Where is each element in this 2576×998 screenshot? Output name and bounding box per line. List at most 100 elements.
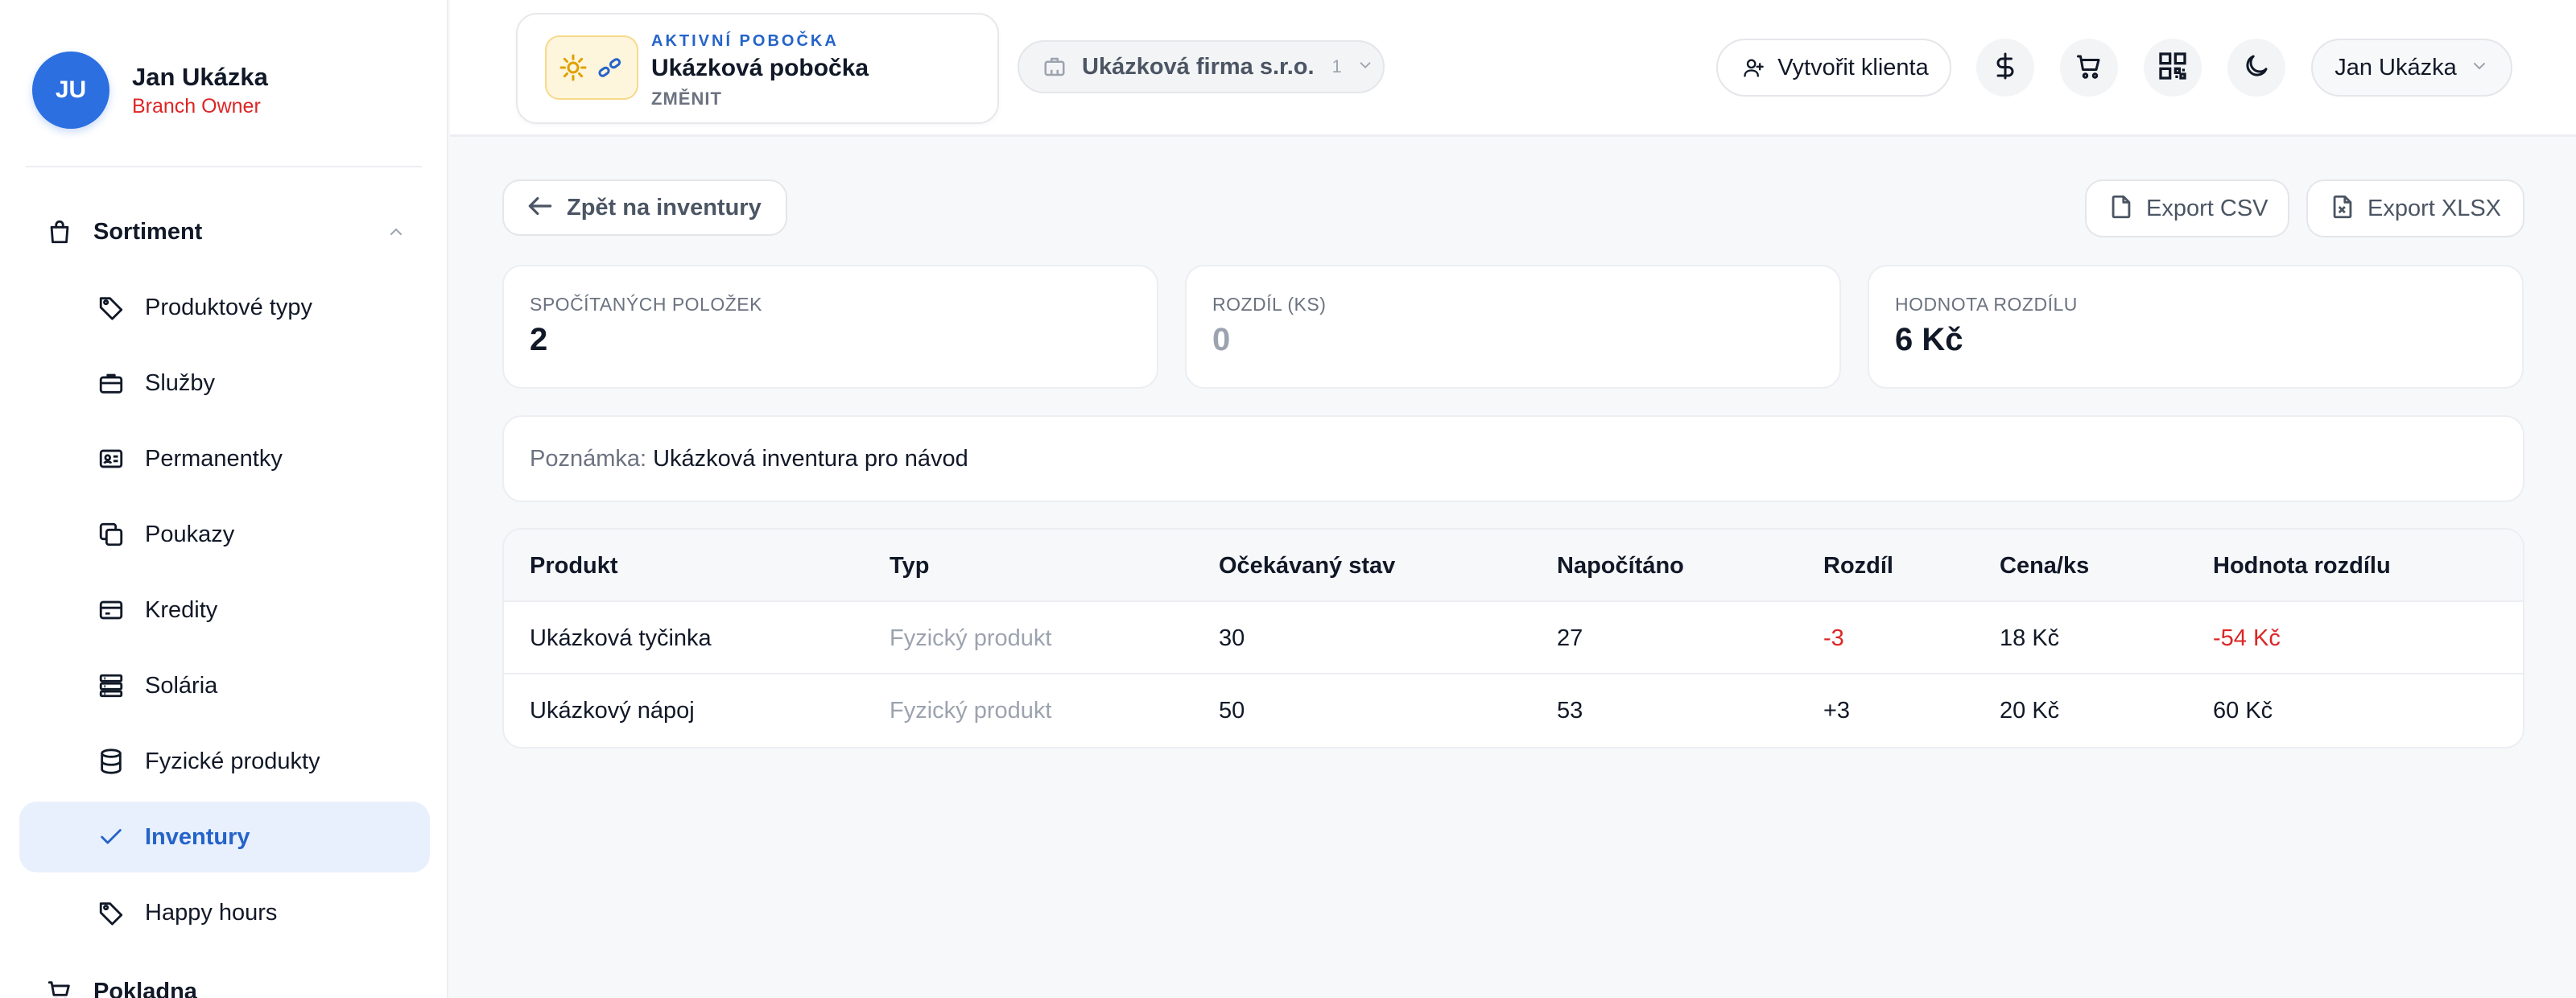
stat-value: 2	[530, 322, 548, 357]
moon-icon	[2242, 52, 2271, 85]
branch-change-link[interactable]: ZMĚNIT	[651, 89, 722, 109]
file-spreadsheet-icon	[2329, 193, 2356, 225]
note-label: Poznámka:	[530, 445, 647, 472]
column-header-difference[interactable]: Rozdíl	[1823, 530, 1893, 602]
sidebar-item-label: Permanentky	[145, 445, 283, 472]
export-xlsx-label: Export XLSX	[2368, 195, 2502, 221]
stat-card-difference-pcs: ROZDÍL (KS) 0	[1185, 265, 1841, 389]
column-header-expected[interactable]: Očekávaný stav	[1219, 530, 1395, 602]
sidebar: JU Jan Ukázka Branch Owner Sortiment Pro…	[0, 0, 448, 998]
sidebar-item-label: Produktové typy	[145, 294, 312, 320]
back-to-inventories-button[interactable]: Zpět na inventury	[502, 179, 787, 236]
sidebar-item-label: Kredity	[145, 596, 218, 623]
cell-unit-price: 20 Kč	[2000, 697, 2060, 724]
table-row[interactable]: Ukázkový nápoj Fyzický produkt 50 53 +3 …	[504, 674, 2523, 747]
sidebar-item-label: Solária	[145, 672, 218, 699]
company-select[interactable]: Ukázková firma s.r.o. 1	[1018, 40, 1385, 93]
stat-card-difference-value: HODNOTA ROZDÍLU 6 Kč	[1868, 265, 2524, 389]
cart-icon	[2074, 52, 2103, 85]
qr-code-icon	[2157, 50, 2189, 86]
tag-icon	[97, 898, 126, 927]
user-profile[interactable]: JU Jan Ukázka Branch Owner	[32, 52, 268, 129]
column-header-difference-value[interactable]: Hodnota rozdílu	[2213, 530, 2391, 602]
sidebar-item-produktove-typy[interactable]: Produktové typy	[19, 272, 430, 343]
server-icon	[97, 671, 126, 700]
sidebar-item-solaria[interactable]: Solária	[19, 650, 430, 721]
chevron-down-icon	[1356, 56, 1374, 78]
cart-button[interactable]	[2060, 39, 2118, 97]
cell-product: Ukázkový nápoj	[530, 697, 695, 724]
cell-difference-value: 60 Kč	[2213, 697, 2273, 724]
avatar[interactable]: JU	[32, 52, 109, 129]
cell-unit-price: 18 Kč	[2000, 625, 2060, 651]
sidebar-item-label: Poukazy	[145, 521, 235, 547]
cell-difference-value: -54 Kč	[2213, 625, 2281, 651]
column-header-unit-price[interactable]: Cena/ks	[2000, 530, 2089, 602]
sidebar-item-label: Fyzické produkty	[145, 748, 320, 774]
cell-product: Ukázková tyčinka	[530, 625, 712, 651]
sidebar-section-label: Pokladna	[93, 978, 197, 998]
export-csv-label: Export CSV	[2146, 195, 2268, 221]
table-row[interactable]: Ukázková tyčinka Fyzický produkt 30 27 -…	[504, 602, 2523, 674]
copy-icon	[97, 520, 126, 549]
chevron-up-icon[interactable]	[386, 222, 406, 245]
create-client-label: Vytvořit klienta	[1777, 54, 1929, 80]
create-client-button[interactable]: Vytvořit klienta	[1716, 39, 1951, 97]
dollar-button[interactable]	[1976, 39, 2034, 97]
sidebar-item-label: Služby	[145, 369, 216, 396]
chevron-down-icon	[2470, 56, 2489, 80]
sidebar-divider	[26, 166, 422, 167]
cart-icon	[45, 977, 74, 998]
user-plus-icon	[1739, 53, 1768, 82]
sidebar-item-sluzby[interactable]: Služby	[19, 348, 430, 419]
check-icon	[97, 823, 126, 852]
inventory-table: Produkt Typ Očekávaný stav Napočítáno Ro…	[502, 528, 2524, 748]
arrow-left-icon	[525, 191, 555, 225]
database-icon	[97, 747, 126, 776]
dollar-icon	[1991, 52, 2020, 85]
theme-toggle-button[interactable]	[2227, 39, 2285, 97]
table-header-row: Produkt Typ Očekávaný stav Napočítáno Ro…	[504, 530, 2523, 602]
sidebar-item-permanentky[interactable]: Permanentky	[19, 423, 430, 494]
stat-card-counted-items: SPOČÍTANÝCH POLOŽEK 2	[502, 265, 1158, 389]
cell-counted: 27	[1557, 625, 1583, 651]
profile-name: Jan Ukázka	[132, 63, 268, 91]
profile-role: Branch Owner	[132, 95, 261, 118]
sidebar-section-sortiment[interactable]: Sortiment	[19, 203, 430, 261]
shopping-bag-icon	[45, 217, 74, 246]
back-label: Zpět na inventury	[567, 194, 762, 221]
sidebar-section-label: Sortiment	[93, 218, 203, 245]
building-icon	[1040, 52, 1069, 81]
column-header-counted[interactable]: Napočítáno	[1557, 530, 1684, 602]
profile-text: Jan Ukázka Branch Owner	[132, 61, 268, 119]
branch-logo	[545, 35, 638, 100]
column-header-product[interactable]: Produkt	[530, 530, 618, 602]
sidebar-item-poukazy[interactable]: Poukazy	[19, 499, 430, 570]
id-card-icon	[97, 444, 126, 473]
note-card: Poznámka: Ukázková inventura pro návod	[502, 415, 2524, 502]
export-csv-button[interactable]: Export CSV	[2085, 179, 2289, 237]
sidebar-item-fyzicke-produkty[interactable]: Fyzické produkty	[19, 726, 430, 797]
company-name: Ukázková firma s.r.o.	[1082, 53, 1315, 80]
active-branch-card[interactable]: AKTIVNÍ POBOČKA Ukázková pobočka ZMĚNIT	[516, 13, 999, 124]
credit-card-icon	[97, 596, 126, 625]
branch-name: Ukázková pobočka	[651, 55, 869, 81]
branch-kicker: AKTIVNÍ POBOČKA	[651, 32, 839, 50]
sidebar-item-label: Happy hours	[145, 899, 278, 926]
cell-type: Fyzický produkt	[890, 697, 1052, 724]
sidebar-item-kredity[interactable]: Kredity	[19, 575, 430, 645]
column-header-type[interactable]: Typ	[890, 530, 929, 602]
export-xlsx-button[interactable]: Export XLSX	[2306, 179, 2524, 237]
user-menu-label: Jan Ukázka	[2334, 54, 2457, 80]
sidebar-section-pokladna[interactable]: Pokladna	[19, 963, 430, 998]
note-text: Ukázková inventura pro návod	[653, 445, 968, 472]
cell-expected: 50	[1219, 697, 1245, 724]
sidebar-item-inventury[interactable]: Inventury	[19, 802, 430, 872]
sidebar-item-happy-hours[interactable]: Happy hours	[19, 877, 430, 948]
cell-type: Fyzický produkt	[890, 625, 1052, 651]
tag-icon	[97, 293, 126, 322]
user-menu[interactable]: Jan Ukázka	[2311, 39, 2512, 97]
company-count: 1	[1331, 56, 1342, 76]
stat-value: 6 Kč	[1895, 322, 1963, 357]
qr-code-button[interactable]	[2144, 39, 2202, 97]
